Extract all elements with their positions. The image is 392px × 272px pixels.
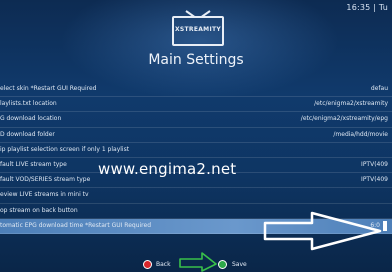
save-button[interactable]: Save <box>232 261 247 268</box>
footer-bar: Back Save <box>0 258 392 272</box>
big-arrow-icon <box>263 211 382 251</box>
green-key-icon[interactable] <box>218 260 227 269</box>
settings-screen: 16:35 | Tu XSTREAMITY Main Settings elec… <box>0 0 392 272</box>
red-key-icon[interactable] <box>143 260 152 269</box>
back-button[interactable]: Back <box>156 261 171 268</box>
annotation-arrows <box>179 211 382 272</box>
